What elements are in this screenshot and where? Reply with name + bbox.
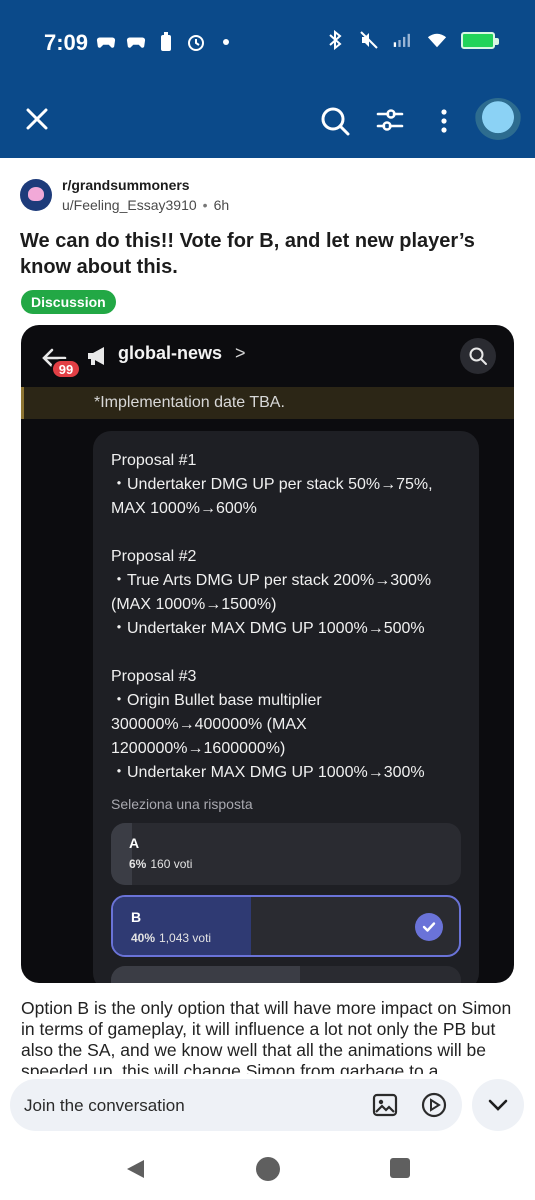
game-controller-icon (96, 32, 116, 52)
author-name[interactable]: u/Feeling_Essay3910 (62, 197, 197, 213)
app-bar (0, 90, 535, 158)
home-circle-icon[interactable] (256, 1157, 280, 1181)
close-icon[interactable] (22, 104, 52, 134)
signal-icon (393, 30, 413, 50)
post-age: 6h (213, 197, 230, 213)
wifi-icon (427, 30, 447, 50)
poll-option-votes: 160 voti (150, 857, 193, 871)
post-image[interactable]: 99 global-news > *Implementation date TB… (21, 325, 514, 983)
comment-composer: Join the conversation (0, 1075, 535, 1137)
video-icon[interactable] (420, 1091, 448, 1119)
discord-header: 99 global-news > (21, 325, 514, 387)
search-icon[interactable] (318, 104, 352, 138)
bluetooth-icon (325, 30, 345, 50)
proposal-line: ・Undertaker MAX DMG UP 1000%→300% (111, 764, 425, 781)
proposal-line: ・True Arts DMG UP per stack 200%→300% (M… (111, 572, 432, 613)
proposal-title: Proposal #3 (111, 668, 197, 685)
system-icons (325, 30, 499, 50)
alarm-icon (186, 32, 206, 52)
poll-option-letter: B (131, 909, 142, 925)
poll-option-fill (111, 966, 300, 983)
poll-option-fill (111, 823, 132, 885)
poll-option-c (111, 966, 461, 983)
image-icon[interactable] (371, 1091, 399, 1119)
proposal-title: Proposal #1 (111, 452, 197, 469)
more-vertical-icon[interactable] (432, 106, 456, 136)
recents-square-icon[interactable] (390, 1158, 410, 1178)
post-body: Option B is the only option that will ha… (21, 998, 512, 1074)
proposal-line: ・Origin Bullet base multiplier 300000%→4… (111, 692, 322, 757)
post-title: We can do this!! Vote for B, and let new… (20, 230, 475, 278)
poll-option-percent: 6% (129, 857, 147, 871)
poll-option-a: A 6% 160 voti (111, 823, 461, 885)
implementation-text: *Implementation date TBA. (94, 394, 285, 411)
poll-option-stats: 40% 1,043 voti (131, 931, 211, 945)
game-controller-icon (126, 32, 146, 52)
profile-avatar[interactable] (474, 98, 522, 146)
filter-icon[interactable] (376, 106, 404, 134)
mute-icon (359, 30, 379, 50)
megaphone-icon (85, 343, 111, 369)
subreddit-icon[interactable] (20, 179, 52, 211)
poll-proposals: Proposal #1 ・Undertaker DMG UP per stack… (111, 449, 471, 785)
proposal-line: ・Undertaker MAX DMG UP 1000%→500% (111, 620, 425, 637)
post-meta: u/Feeling_Essay3910 • 6h (62, 197, 229, 213)
poll-select-label: Seleziona una risposta (111, 796, 253, 812)
status-bar: 7:09 (0, 0, 535, 90)
post-header: r/grandsummoners u/Feeling_Essay3910 • 6… (20, 175, 520, 221)
implementation-banner: *Implementation date TBA. (21, 387, 514, 419)
channel-name: global-news (118, 343, 223, 363)
chevron-right-icon: > (235, 343, 246, 363)
notification-icons (96, 32, 236, 52)
search-icon (460, 338, 496, 374)
proposal-title: Proposal #2 (111, 548, 197, 565)
poll-option-letter: A (129, 835, 140, 851)
poll-option-b: B 40% 1,043 voti (111, 895, 461, 957)
poll-box: Proposal #1 ・Undertaker DMG UP per stack… (93, 431, 479, 983)
comment-input[interactable]: Join the conversation (10, 1079, 462, 1131)
back-triangle-icon[interactable] (124, 1158, 146, 1180)
expand-button[interactable] (472, 1079, 524, 1131)
post-flair[interactable]: Discussion (21, 290, 116, 314)
meta-separator: • (202, 197, 208, 213)
comment-placeholder: Join the conversation (24, 1096, 185, 1115)
dot-icon (216, 32, 236, 52)
unread-badge: 99 (51, 359, 81, 379)
poll-option-percent: 40% (131, 931, 156, 945)
poll-option-votes: 1,043 voti (159, 931, 212, 945)
poll-option-stats: 6% 160 voti (129, 857, 192, 871)
proposal-line: ・Undertaker DMG UP per stack 50%→75%, MA… (111, 476, 433, 517)
clock-time: 7:09 (44, 30, 89, 55)
battery-charging-icon (461, 31, 499, 49)
poll-option-fill (113, 897, 252, 955)
system-nav-bar (0, 1138, 535, 1200)
battery-saver-icon (156, 32, 176, 52)
subreddit-name[interactable]: r/grandsummoners (62, 177, 190, 193)
check-icon (415, 913, 443, 941)
chevron-down-icon (488, 1099, 508, 1111)
